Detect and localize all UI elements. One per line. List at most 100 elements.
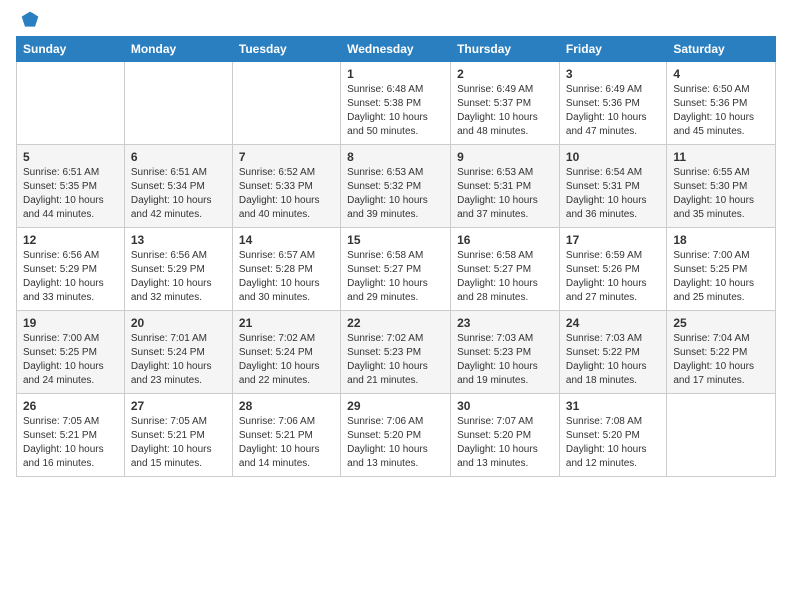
calendar-cell: 15Sunrise: 6:58 AM Sunset: 5:27 PM Dayli… (341, 228, 451, 311)
calendar-cell: 31Sunrise: 7:08 AM Sunset: 5:20 PM Dayli… (559, 394, 666, 477)
column-header-sunday: Sunday (17, 37, 125, 62)
calendar-header: SundayMondayTuesdayWednesdayThursdayFrid… (17, 37, 776, 62)
day-number: 22 (347, 316, 444, 330)
calendar-week-4: 19 Sunrise: 7:00 AM Sunset: 5:25 PM Dayli… (17, 311, 776, 394)
calendar-cell: 6 Sunrise: 6:51 AM Sunset: 5:34 PM Daylig… (124, 145, 232, 228)
calendar-week-1: 1 Sunrise: 6:48 AM Sunset: 5:38 PM Daylig… (17, 62, 776, 145)
day-number: 18 (673, 233, 769, 247)
day-number: 30 (457, 399, 553, 413)
header (16, 10, 776, 30)
day-number: 4 (673, 67, 769, 81)
day-info: Sunrise: 7:04 AM Sunset: 5:22 PM Dayligh… (673, 332, 769, 388)
day-info: Sunrise: 7:06 AM Sunset: 5:21 PM Dayligh… (239, 415, 334, 471)
day-number: 16 (457, 233, 553, 247)
day-info: Sunrise: 6:54 AM Sunset: 5:31 PM Dayligh… (566, 166, 660, 222)
day-info: Sunrise: 6:50 AM Sunset: 5:36 PM Dayligh… (673, 83, 769, 139)
day-number: 14 (239, 233, 334, 247)
column-header-friday: Friday (559, 37, 666, 62)
day-info: Sunrise: 7:05 AM Sunset: 5:21 PM Dayligh… (131, 415, 226, 471)
day-info: Sunrise: 6:58 AM Sunset: 5:27 PM Dayligh… (457, 249, 553, 305)
calendar-cell: 2 Sunrise: 6:49 AM Sunset: 5:37 PM Daylig… (451, 62, 560, 145)
day-info: Sunrise: 6:48 AM Sunset: 5:38 PM Dayligh… (347, 83, 444, 139)
day-number: 1 (347, 67, 444, 81)
calendar-cell: 4 Sunrise: 6:50 AM Sunset: 5:36 PM Daylig… (667, 62, 776, 145)
day-info: Sunrise: 7:02 AM Sunset: 5:24 PM Dayligh… (239, 332, 334, 388)
day-number: 31 (566, 399, 660, 413)
day-number: 2 (457, 67, 553, 81)
calendar-cell: 7Sunrise: 6:52 AM Sunset: 5:33 PM Daylig… (232, 145, 340, 228)
logo-icon (20, 10, 40, 30)
column-header-monday: Monday (124, 37, 232, 62)
day-number: 26 (23, 399, 118, 413)
day-info: Sunrise: 6:53 AM Sunset: 5:32 PM Dayligh… (347, 166, 444, 222)
day-info: Sunrise: 6:51 AM Sunset: 5:34 PM Dayligh… (131, 166, 226, 222)
day-number: 21 (239, 316, 334, 330)
day-info: Sunrise: 6:56 AM Sunset: 5:29 PM Dayligh… (23, 249, 118, 305)
calendar-cell (232, 62, 340, 145)
day-number: 11 (673, 150, 769, 164)
day-number: 3 (566, 67, 660, 81)
day-info: Sunrise: 7:01 AM Sunset: 5:24 PM Dayligh… (131, 332, 226, 388)
calendar-cell: 23 Sunrise: 7:03 AM Sunset: 5:23 PM Dayli… (451, 311, 560, 394)
calendar-cell: 11Sunrise: 6:55 AM Sunset: 5:30 PM Dayli… (667, 145, 776, 228)
calendar-cell: 17Sunrise: 6:59 AM Sunset: 5:26 PM Dayli… (559, 228, 666, 311)
day-number: 5 (23, 150, 118, 164)
calendar-cell: 1 Sunrise: 6:48 AM Sunset: 5:38 PM Daylig… (341, 62, 451, 145)
logo-text (16, 10, 42, 30)
calendar-cell (124, 62, 232, 145)
day-info: Sunrise: 6:57 AM Sunset: 5:28 PM Dayligh… (239, 249, 334, 305)
calendar-cell: 19 Sunrise: 7:00 AM Sunset: 5:25 PM Dayli… (17, 311, 125, 394)
day-number: 25 (673, 316, 769, 330)
calendar-cell: 27Sunrise: 7:05 AM Sunset: 5:21 PM Dayli… (124, 394, 232, 477)
page: SundayMondayTuesdayWednesdayThursdayFrid… (0, 0, 792, 493)
calendar-cell: 28 Sunrise: 7:06 AM Sunset: 5:21 PM Dayli… (232, 394, 340, 477)
calendar-cell: 22 Sunrise: 7:02 AM Sunset: 5:23 PM Dayli… (341, 311, 451, 394)
day-info: Sunrise: 7:02 AM Sunset: 5:23 PM Dayligh… (347, 332, 444, 388)
header-row: SundayMondayTuesdayWednesdayThursdayFrid… (17, 37, 776, 62)
day-number: 20 (131, 316, 226, 330)
calendar-cell: 26Sunrise: 7:05 AM Sunset: 5:21 PM Dayli… (17, 394, 125, 477)
day-info: Sunrise: 7:00 AM Sunset: 5:25 PM Dayligh… (23, 332, 118, 388)
calendar-cell: 18 Sunrise: 7:00 AM Sunset: 5:25 PM Dayli… (667, 228, 776, 311)
day-number: 10 (566, 150, 660, 164)
calendar-cell: 9 Sunrise: 6:53 AM Sunset: 5:31 PM Daylig… (451, 145, 560, 228)
calendar-cell: 16 Sunrise: 6:58 AM Sunset: 5:27 PM Dayli… (451, 228, 560, 311)
day-number: 24 (566, 316, 660, 330)
calendar-cell: 10 Sunrise: 6:54 AM Sunset: 5:31 PM Dayli… (559, 145, 666, 228)
calendar-body: 1 Sunrise: 6:48 AM Sunset: 5:38 PM Daylig… (17, 62, 776, 477)
calendar-week-5: 26 Sunrise: 7:05 AM Sunset: 5:21 PM Dayli… (17, 394, 776, 477)
calendar-cell: 5Sunrise: 6:51 AM Sunset: 5:35 PM Daylig… (17, 145, 125, 228)
calendar-table: SundayMondayTuesdayWednesdayThursdayFrid… (16, 36, 776, 477)
day-info: Sunrise: 6:53 AM Sunset: 5:31 PM Dayligh… (457, 166, 553, 222)
calendar-cell: 24 Sunrise: 7:03 AM Sunset: 5:22 PM Dayli… (559, 311, 666, 394)
day-info: Sunrise: 6:49 AM Sunset: 5:37 PM Dayligh… (457, 83, 553, 139)
column-header-thursday: Thursday (451, 37, 560, 62)
day-number: 23 (457, 316, 553, 330)
calendar-cell: 13Sunrise: 6:56 AM Sunset: 5:29 PM Dayli… (124, 228, 232, 311)
day-info: Sunrise: 7:00 AM Sunset: 5:25 PM Dayligh… (673, 249, 769, 305)
day-info: Sunrise: 7:03 AM Sunset: 5:22 PM Dayligh… (566, 332, 660, 388)
logo (16, 10, 42, 30)
day-number: 19 (23, 316, 118, 330)
day-number: 6 (131, 150, 226, 164)
calendar-week-2: 5Sunrise: 6:51 AM Sunset: 5:35 PM Daylig… (17, 145, 776, 228)
day-number: 13 (131, 233, 226, 247)
calendar-cell (17, 62, 125, 145)
calendar-cell: 29 Sunrise: 7:06 AM Sunset: 5:20 PM Dayli… (341, 394, 451, 477)
calendar-cell: 30Sunrise: 7:07 AM Sunset: 5:20 PM Dayli… (451, 394, 560, 477)
calendar-week-3: 12 Sunrise: 6:56 AM Sunset: 5:29 PM Dayli… (17, 228, 776, 311)
day-number: 9 (457, 150, 553, 164)
day-number: 15 (347, 233, 444, 247)
day-number: 12 (23, 233, 118, 247)
day-number: 29 (347, 399, 444, 413)
day-info: Sunrise: 6:59 AM Sunset: 5:26 PM Dayligh… (566, 249, 660, 305)
day-number: 28 (239, 399, 334, 413)
calendar-cell: 8 Sunrise: 6:53 AM Sunset: 5:32 PM Daylig… (341, 145, 451, 228)
calendar-cell: 20 Sunrise: 7:01 AM Sunset: 5:24 PM Dayli… (124, 311, 232, 394)
column-header-saturday: Saturday (667, 37, 776, 62)
column-header-tuesday: Tuesday (232, 37, 340, 62)
day-info: Sunrise: 7:06 AM Sunset: 5:20 PM Dayligh… (347, 415, 444, 471)
day-info: Sunrise: 6:49 AM Sunset: 5:36 PM Dayligh… (566, 83, 660, 139)
day-number: 8 (347, 150, 444, 164)
day-info: Sunrise: 7:03 AM Sunset: 5:23 PM Dayligh… (457, 332, 553, 388)
